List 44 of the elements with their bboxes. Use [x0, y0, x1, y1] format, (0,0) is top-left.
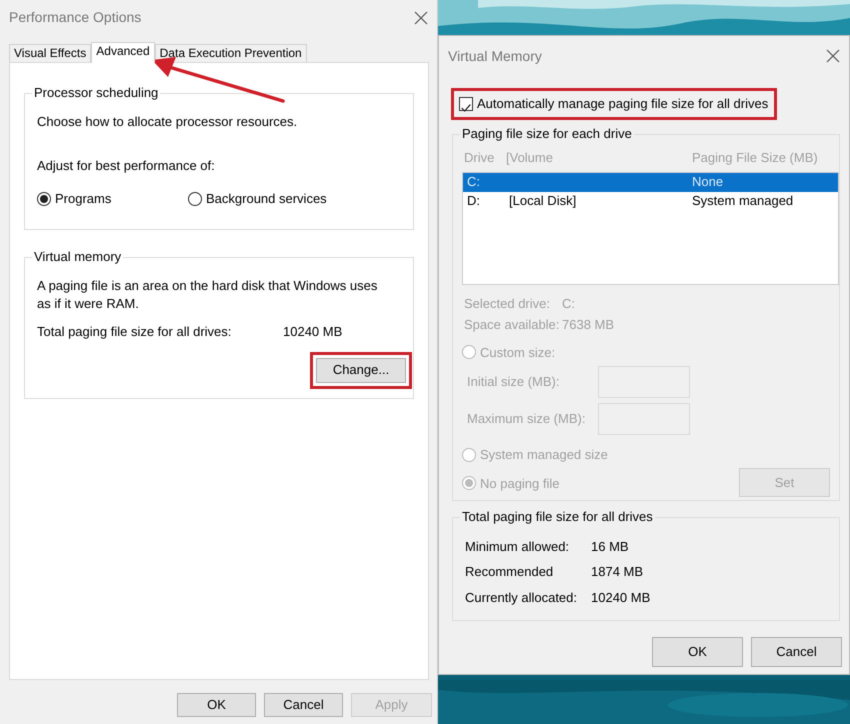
description-text: A paging file is an area on the hard disk that Windows uses as if it were RAM. [37, 277, 378, 313]
radio-label[interactable]: Programs [55, 189, 112, 208]
field-label: Initial size (MB): [467, 373, 560, 392]
window-title: Performance Options [9, 8, 142, 27]
dialog-button[interactable]: OK [177, 693, 256, 717]
dialog-button[interactable]: OK [652, 636, 743, 666]
dialog-button[interactable]: Cancel [751, 636, 842, 666]
cell-text: C: [467, 173, 481, 192]
tab[interactable]: Data Execution Prevention [154, 44, 307, 62]
label-text: Adjust for best performance of: [37, 156, 216, 175]
label-text: Minimum allowed: [465, 538, 570, 556]
label-text: Selected drive: [464, 294, 551, 312]
value-text: 7638 MB [562, 316, 614, 334]
cell-text: System managed [692, 192, 794, 210]
dialog-button[interactable]: Cancel [264, 693, 343, 717]
column-header: Drive [464, 148, 496, 166]
label-text: Space available: [464, 316, 560, 334]
label-text: Total paging file size for all drives: [37, 323, 232, 341]
radio-label[interactable]: Background services [206, 189, 327, 208]
cell-text: [Local Disk] [509, 192, 578, 210]
input-field[interactable] [598, 403, 690, 435]
value-text: 1874 MB [591, 563, 644, 581]
input-field[interactable] [598, 366, 690, 398]
cell-text: D: [467, 192, 481, 210]
tab[interactable]: Visual Effects [9, 44, 92, 62]
column-header: Paging File Size (MB) [692, 148, 818, 167]
window-title: Virtual Memory [448, 46, 542, 66]
checkbox-option[interactable]: Automatically manage paging file size for all drives [457, 94, 772, 114]
radio-button[interactable] [37, 192, 51, 206]
value-text: 10240 MB [591, 588, 650, 606]
value-text: 10240 MB [283, 323, 342, 341]
tab[interactable]: Advanced [91, 42, 155, 63]
radio-button[interactable] [188, 192, 202, 206]
column-header: [Volume [506, 148, 554, 167]
close-icon[interactable] [414, 10, 428, 24]
checkbox[interactable] [459, 96, 473, 111]
label-text: Recommended [465, 563, 554, 581]
description-text: Choose how to allocate processor resources. [37, 113, 298, 131]
value-text: 16 MB [591, 538, 629, 556]
field-label: Maximum size (MB): [467, 410, 586, 428]
close-icon[interactable] [826, 49, 840, 63]
label-text: Currently allocated: [465, 588, 578, 607]
cell-text: None [692, 173, 724, 192]
value-text: C: [562, 294, 575, 312]
